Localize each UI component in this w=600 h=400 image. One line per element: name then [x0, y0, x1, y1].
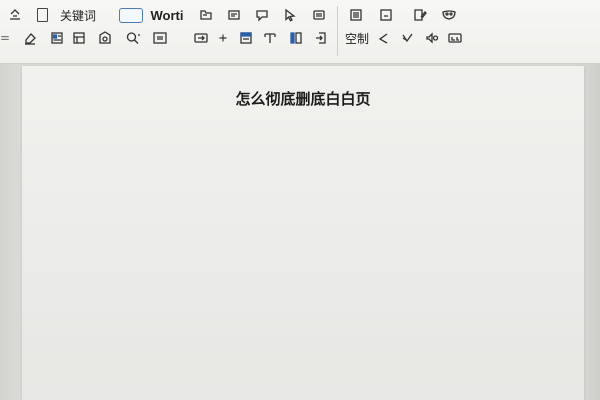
folder-icon[interactable] [197, 5, 215, 25]
field-icon[interactable] [151, 28, 169, 48]
header-icon[interactable] [237, 28, 255, 48]
mask-icon[interactable] [438, 5, 460, 25]
equals-icon[interactable] [0, 28, 10, 48]
keyword-label: 关键词 [59, 8, 96, 23]
wordart-button[interactable]: Worti [150, 5, 184, 25]
return-icon[interactable] [312, 28, 330, 48]
shape-icon[interactable] [96, 28, 114, 48]
check-icon[interactable] [374, 28, 392, 48]
document-page[interactable]: 怎么彻底删底白白页 [22, 66, 584, 400]
checkbox-icon[interactable] [34, 5, 50, 25]
label-icon[interactable] [445, 28, 465, 48]
ribbon-toolbar: 关键词 Worti 空制 [0, 0, 600, 64]
sound-icon[interactable] [422, 28, 442, 48]
edit-icon[interactable] [411, 5, 429, 25]
list-icon[interactable] [347, 5, 365, 25]
eraser-icon[interactable] [20, 28, 40, 48]
frame-icon[interactable] [225, 5, 243, 25]
keyword-button[interactable]: 关键词 [58, 5, 98, 25]
toolbar-row-2: 空制 [0, 26, 600, 50]
toolbar-row-1: 关键词 Worti [0, 3, 600, 27]
plus-icon[interactable] [216, 28, 230, 48]
column-icon[interactable] [287, 28, 305, 48]
brush-icon[interactable] [398, 28, 416, 48]
comment-icon[interactable] [253, 5, 271, 25]
control-button[interactable]: 空制 [344, 28, 370, 48]
search-icon[interactable] [121, 28, 145, 48]
link-icon[interactable] [192, 28, 210, 48]
page-title: 怎么彻底删底白白页 [235, 90, 371, 108]
picture-icon[interactable] [310, 5, 328, 25]
wordart-label: Worti [150, 7, 184, 23]
writer-app: 关键词 Worti 空制 怎么彻底删底白白页 [0, 0, 600, 400]
form-icon[interactable] [48, 28, 66, 48]
cursor-icon[interactable] [281, 5, 299, 25]
collapse-icon[interactable] [6, 5, 24, 25]
control-label: 空制 [344, 31, 369, 46]
textbox-icon[interactable] [118, 5, 144, 25]
table-icon[interactable] [70, 28, 88, 48]
layout-icon[interactable] [377, 5, 395, 25]
paragraph-icon[interactable] [261, 28, 279, 48]
